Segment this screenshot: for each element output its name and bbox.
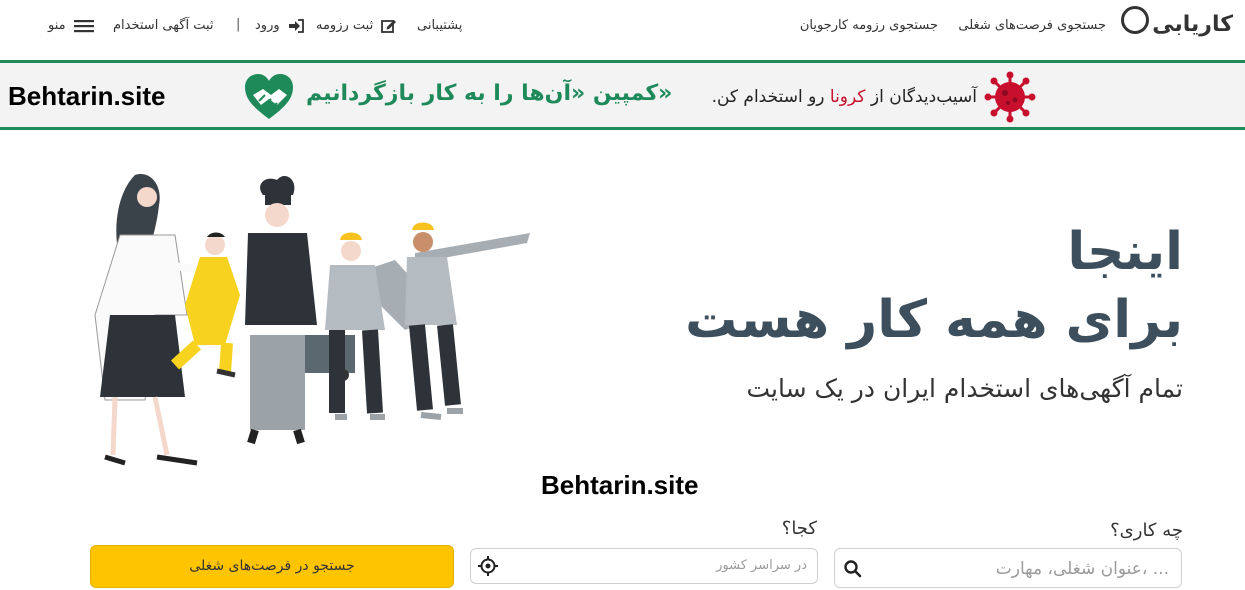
location-placeholder: در سراسر کشور <box>716 558 807 573</box>
crosshair-location-icon[interactable] <box>477 555 499 577</box>
nav-submit-resume-link[interactable]: ثبت رزومه <box>316 18 397 33</box>
workers-illustration <box>94 174 530 466</box>
top-navbar: کاریابی جستجوی فرصت‌های شغلی جستجوی رزوم… <box>0 0 1245 60</box>
nav-support-link[interactable]: پشتیبانی <box>417 18 462 33</box>
sign-in-icon <box>288 18 304 33</box>
submit-resume-label: ثبت رزومه <box>316 18 374 33</box>
search-jobs-button[interactable]: جستجو در فرصت‌های شغلی <box>90 545 454 588</box>
corona-word: کرونا <box>829 87 866 107</box>
logo-magnifier-icon <box>1121 6 1149 34</box>
edit-icon <box>381 19 397 33</box>
search-icon <box>844 560 862 578</box>
nav-job-search-link[interactable]: جستجوی فرصت‌های شغلی <box>958 18 1106 33</box>
login-label: ورود <box>255 18 280 33</box>
campaign-banner[interactable]: Behtarin.site کمپین «آن‌ها را به کار باز… <box>0 60 1245 130</box>
menu-label: منو <box>48 18 66 33</box>
site-logo[interactable]: کاریابی <box>1119 4 1233 48</box>
where-label: کجا؟ <box>781 518 817 539</box>
nav-resume-search-link[interactable]: جستجوی رزومه کارجویان <box>800 18 938 33</box>
nav-menu-button[interactable]: منو <box>48 18 94 33</box>
what-label: چه کاری؟ <box>1110 520 1183 541</box>
logo-text: کاریابی <box>1152 12 1233 37</box>
hero-headline-line2: برای همه کار هست <box>685 290 1183 350</box>
nav-separator: | <box>236 17 241 32</box>
hero-headline-line1: اینجا <box>1067 222 1183 282</box>
nav-post-job-link[interactable]: ثبت آگهی استخدام <box>113 18 214 33</box>
corona-hiring-text: آسیب‌دیدگان از کرونا رو استخدام کن. <box>712 87 977 107</box>
corona-post-text: رو استخدام کن. <box>711 87 830 107</box>
campaign-title: کمپین «آن‌ها را به کار بازگردانیم» <box>306 81 673 106</box>
virus-icon <box>984 71 1036 123</box>
job-title-search-input[interactable]: عنوان شغلی، مهارت، ... <box>834 548 1182 588</box>
watermark-text-center: Behtarin.site <box>541 470 699 500</box>
corona-pre-text: آسیب‌دیدگان از <box>865 87 977 107</box>
hamburger-menu-icon <box>73 19 94 32</box>
location-search-input[interactable]: در سراسر کشور <box>470 548 818 584</box>
hero-subtitle: تمام آگهی‌های استخدام ایران در یک سایت <box>746 374 1184 403</box>
watermark-text: Behtarin.site <box>8 81 166 111</box>
job-title-placeholder: عنوان شغلی، مهارت، ... <box>995 559 1169 579</box>
nav-login-link[interactable]: ورود <box>255 18 304 33</box>
handshake-heart-icon <box>245 74 293 119</box>
